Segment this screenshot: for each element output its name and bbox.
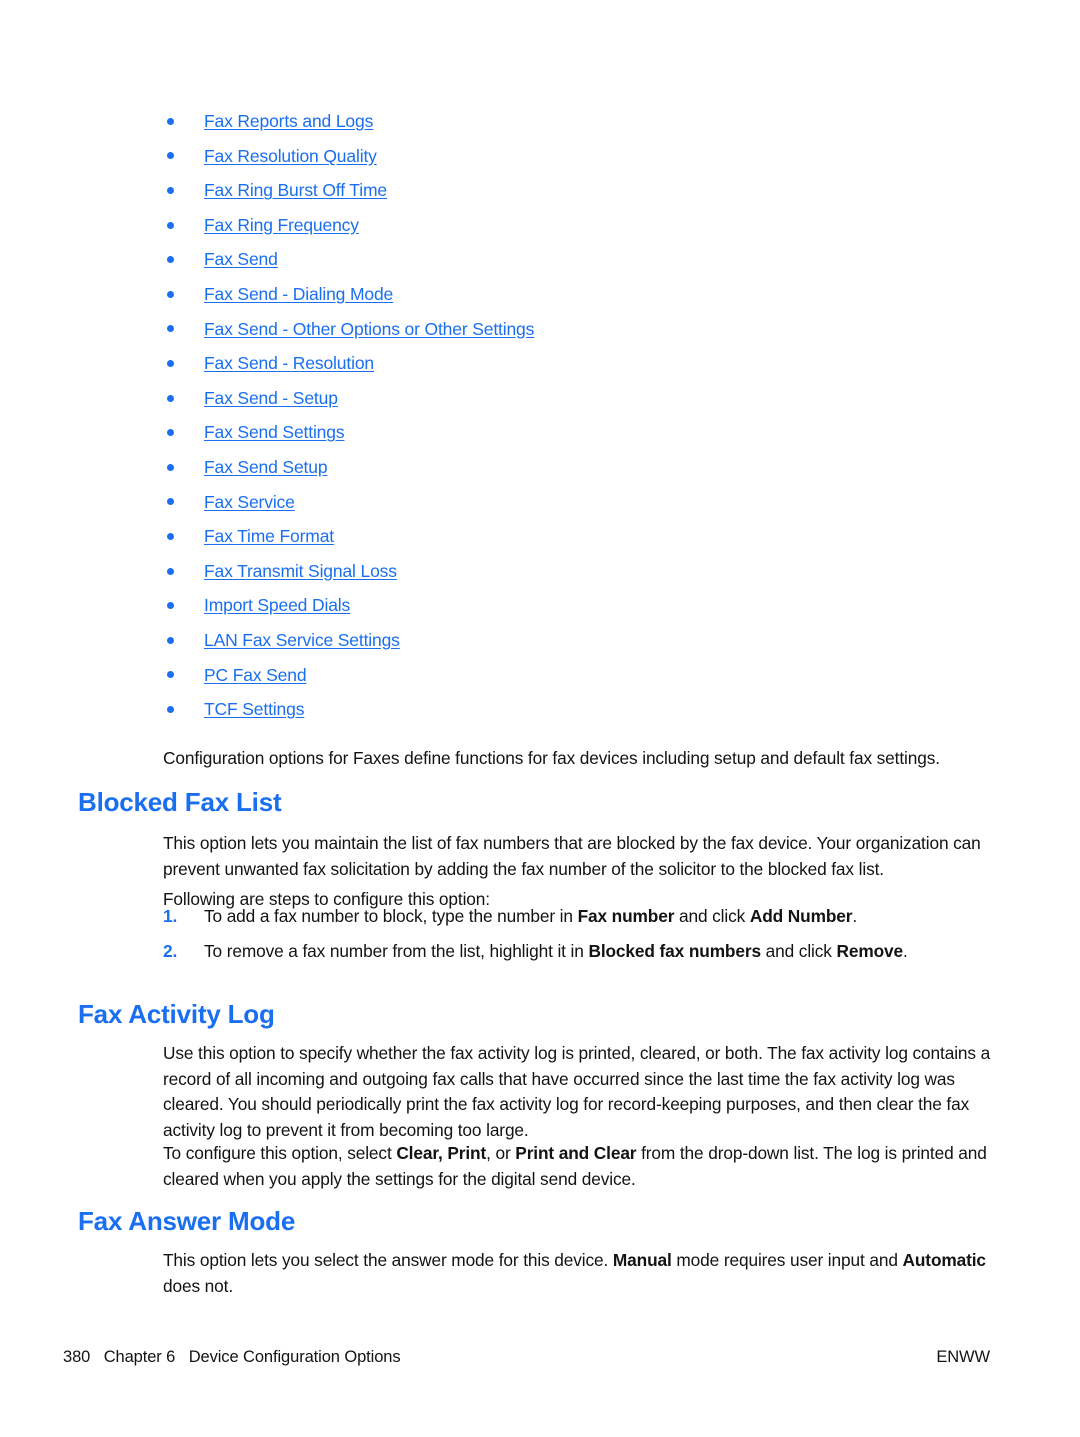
bold-automatic: Automatic xyxy=(902,1250,987,1271)
list-item: Fax Send - Setup xyxy=(163,381,993,416)
list-item: LAN Fax Service Settings xyxy=(163,623,993,658)
list-item: Fax Send Settings xyxy=(163,415,993,450)
fax-answer-mode-paragraph: This option lets you select the answer m… xyxy=(163,1248,991,1299)
bullet-icon xyxy=(167,359,174,367)
step-number: 1. xyxy=(163,906,178,926)
link-import-speed-dials[interactable]: Import Speed Dials xyxy=(204,595,350,615)
step-text-before: To remove a fax number from the list, hi… xyxy=(204,941,589,961)
link-fax-send[interactable]: Fax Send xyxy=(204,249,278,269)
list-item: Fax Resolution Quality xyxy=(163,139,993,174)
bullet-icon xyxy=(167,602,174,610)
link-fax-reports-and-logs[interactable]: Fax Reports and Logs xyxy=(204,111,373,131)
link-lan-fax-service-settings[interactable]: LAN Fax Service Settings xyxy=(204,630,400,650)
heading-fax-activity-log: Fax Activity Log xyxy=(78,999,275,1030)
link-fax-time-format[interactable]: Fax Time Format xyxy=(204,526,334,546)
paragraph-text-middle: mode requires user input and xyxy=(671,1250,903,1271)
bold-clear-print: Clear, Print xyxy=(396,1143,487,1164)
list-item: Fax Send xyxy=(163,242,993,277)
bullet-icon xyxy=(167,290,174,298)
list-item: Fax Service xyxy=(163,485,993,520)
bullet-icon xyxy=(167,186,174,194)
link-fax-service[interactable]: Fax Service xyxy=(204,492,295,512)
bullet-icon xyxy=(167,567,174,575)
page-number: 380 xyxy=(63,1348,91,1366)
bullet-icon xyxy=(167,671,174,679)
link-fax-ring-burst-off-time[interactable]: Fax Ring Burst Off Time xyxy=(204,180,387,200)
footer-locale-code: ENWW xyxy=(936,1348,990,1366)
paragraph-text-after: does not. xyxy=(163,1275,234,1296)
fax-activity-log-paragraph-1: Use this option to specify whether the f… xyxy=(163,1043,991,1140)
fax-activity-log-paragraph-2: To configure this option, select Clear, … xyxy=(163,1141,991,1192)
list-item: Fax Ring Frequency xyxy=(163,208,993,243)
bullet-icon xyxy=(167,117,174,125)
step-bold-add-number: Add Number xyxy=(749,906,853,926)
list-item: Import Speed Dials xyxy=(163,588,993,623)
link-fax-send-setup-dash[interactable]: Fax Send - Setup xyxy=(204,388,338,408)
bullet-icon xyxy=(167,394,174,402)
intro-paragraph: Configuration options for Faxes define f… xyxy=(163,748,940,769)
link-pc-fax-send[interactable]: PC Fax Send xyxy=(204,665,307,685)
list-item: Fax Send - Other Options or Other Settin… xyxy=(163,312,993,347)
bullet-icon xyxy=(167,463,174,471)
bullet-icon xyxy=(167,705,174,713)
step-number: 2. xyxy=(163,941,178,961)
step-text-middle: and click xyxy=(760,941,837,961)
page-footer: 380 Chapter 6 Device Configuration Optio… xyxy=(63,1348,990,1367)
paragraph-text-before: To configure this option, select xyxy=(163,1143,397,1164)
list-item: Fax Time Format xyxy=(163,519,993,554)
link-fax-resolution-quality[interactable]: Fax Resolution Quality xyxy=(204,146,377,166)
step-bold-blocked-fax-numbers: Blocked fax numbers xyxy=(588,941,761,961)
step-item-2: 2. To remove a fax number from the list,… xyxy=(163,939,991,965)
paragraph-text-middle: , or xyxy=(486,1143,516,1164)
bold-print-and-clear: Print and Clear xyxy=(515,1143,637,1164)
footer-chapter-title: Device Configuration Options xyxy=(188,1348,401,1366)
link-tcf-settings[interactable]: TCF Settings xyxy=(204,699,304,719)
blocked-fax-list-paragraph: This option lets you maintain the list o… xyxy=(163,833,981,879)
step-text-after: . xyxy=(903,941,908,961)
link-fax-send-other-options-or-other-settings[interactable]: Fax Send - Other Options or Other Settin… xyxy=(204,319,534,339)
link-fax-send-resolution[interactable]: Fax Send - Resolution xyxy=(204,353,374,373)
bullet-icon xyxy=(167,498,174,506)
list-item: Fax Ring Burst Off Time xyxy=(163,173,993,208)
paragraph-text-before: This option lets you select the answer m… xyxy=(163,1250,613,1271)
list-item: Fax Transmit Signal Loss xyxy=(163,554,993,589)
list-item: Fax Send Setup xyxy=(163,450,993,485)
list-item: TCF Settings xyxy=(163,692,993,727)
link-fax-send-dialing-mode[interactable]: Fax Send - Dialing Mode xyxy=(204,284,393,304)
footer-chapter: Chapter 6 xyxy=(103,1348,176,1366)
link-fax-transmit-signal-loss[interactable]: Fax Transmit Signal Loss xyxy=(204,561,397,581)
bullet-icon xyxy=(167,325,174,333)
step-text-middle: and click xyxy=(674,906,750,926)
step-bold-remove: Remove xyxy=(836,941,904,961)
footer-left: 380 Chapter 6 Device Configuration Optio… xyxy=(63,1348,401,1367)
step-text: To remove a fax number from the list, hi… xyxy=(163,939,991,965)
bold-manual: Manual xyxy=(612,1250,672,1271)
step-bold-fax-number: Fax number xyxy=(577,906,675,926)
step-text: To add a fax number to block, type the n… xyxy=(163,904,991,930)
link-fax-ring-frequency[interactable]: Fax Ring Frequency xyxy=(204,215,359,235)
step-text-before: To add a fax number to block, type the n… xyxy=(204,906,578,926)
heading-fax-answer-mode: Fax Answer Mode xyxy=(78,1206,296,1237)
list-item: PC Fax Send xyxy=(163,658,993,693)
step-item-1: 1. To add a fax number to block, type th… xyxy=(163,904,991,930)
list-item: Fax Send - Resolution xyxy=(163,346,993,381)
document-page: Fax Reports and Logs Fax Resolution Qual… xyxy=(0,0,1080,1437)
cross-reference-link-list: Fax Reports and Logs Fax Resolution Qual… xyxy=(163,104,993,727)
bullet-icon xyxy=(167,152,174,160)
bullet-icon xyxy=(167,221,174,229)
step-text-after: . xyxy=(852,906,858,926)
bullet-icon xyxy=(167,636,174,644)
link-fax-send-settings[interactable]: Fax Send Settings xyxy=(204,422,345,442)
link-fax-send-setup[interactable]: Fax Send Setup xyxy=(204,457,328,477)
bullet-icon xyxy=(167,256,174,264)
heading-blocked-fax-list: Blocked Fax List xyxy=(78,787,282,818)
list-item: Fax Send - Dialing Mode xyxy=(163,277,993,312)
list-item: Fax Reports and Logs xyxy=(163,104,993,139)
bullet-icon xyxy=(167,429,174,437)
bullet-icon xyxy=(167,532,174,540)
